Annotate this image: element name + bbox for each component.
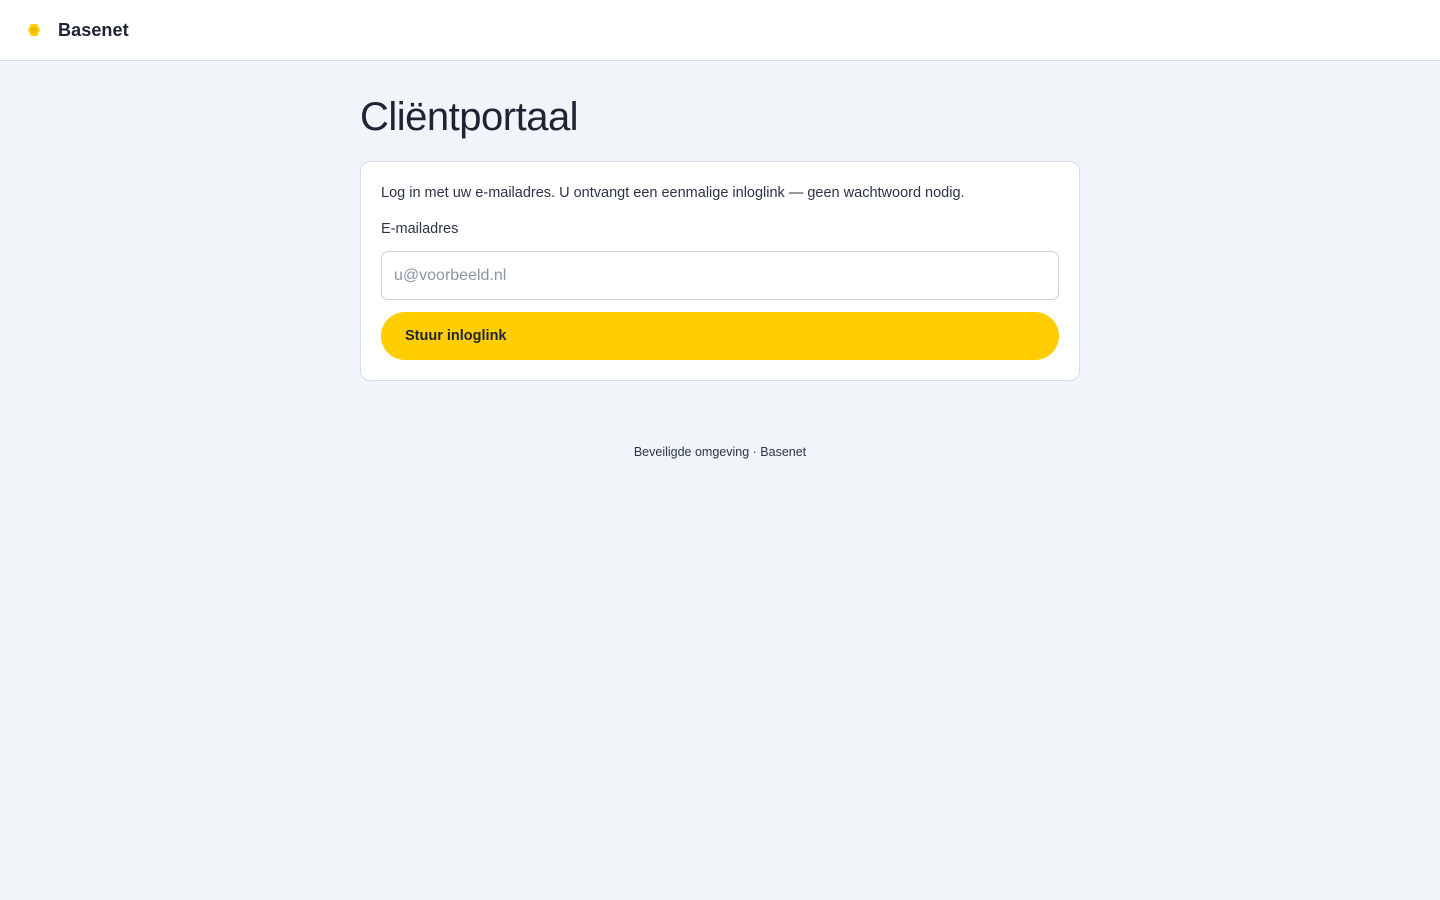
email-label: E-mailadres bbox=[381, 221, 459, 237]
basenet-logo-icon bbox=[26, 22, 42, 38]
login-card: Log in met uw e-mailadres. U ontvangt ee… bbox=[360, 161, 1080, 381]
main-content: Cliëntportaal Log in met uw e-mailadres.… bbox=[360, 61, 1080, 459]
top-bar: Basenet bbox=[0, 0, 1440, 61]
brand-name[interactable]: Basenet bbox=[58, 20, 129, 41]
page-title: Cliëntportaal bbox=[360, 95, 579, 139]
send-login-link-button[interactable]: Stuur inloglink bbox=[381, 312, 1059, 360]
login-intro-text: Log in met uw e-mailadres. U ontvangt ee… bbox=[381, 185, 965, 201]
email-field[interactable] bbox=[381, 251, 1059, 300]
footer-text: Beveiligde omgeving · Basenet bbox=[633, 445, 807, 459]
